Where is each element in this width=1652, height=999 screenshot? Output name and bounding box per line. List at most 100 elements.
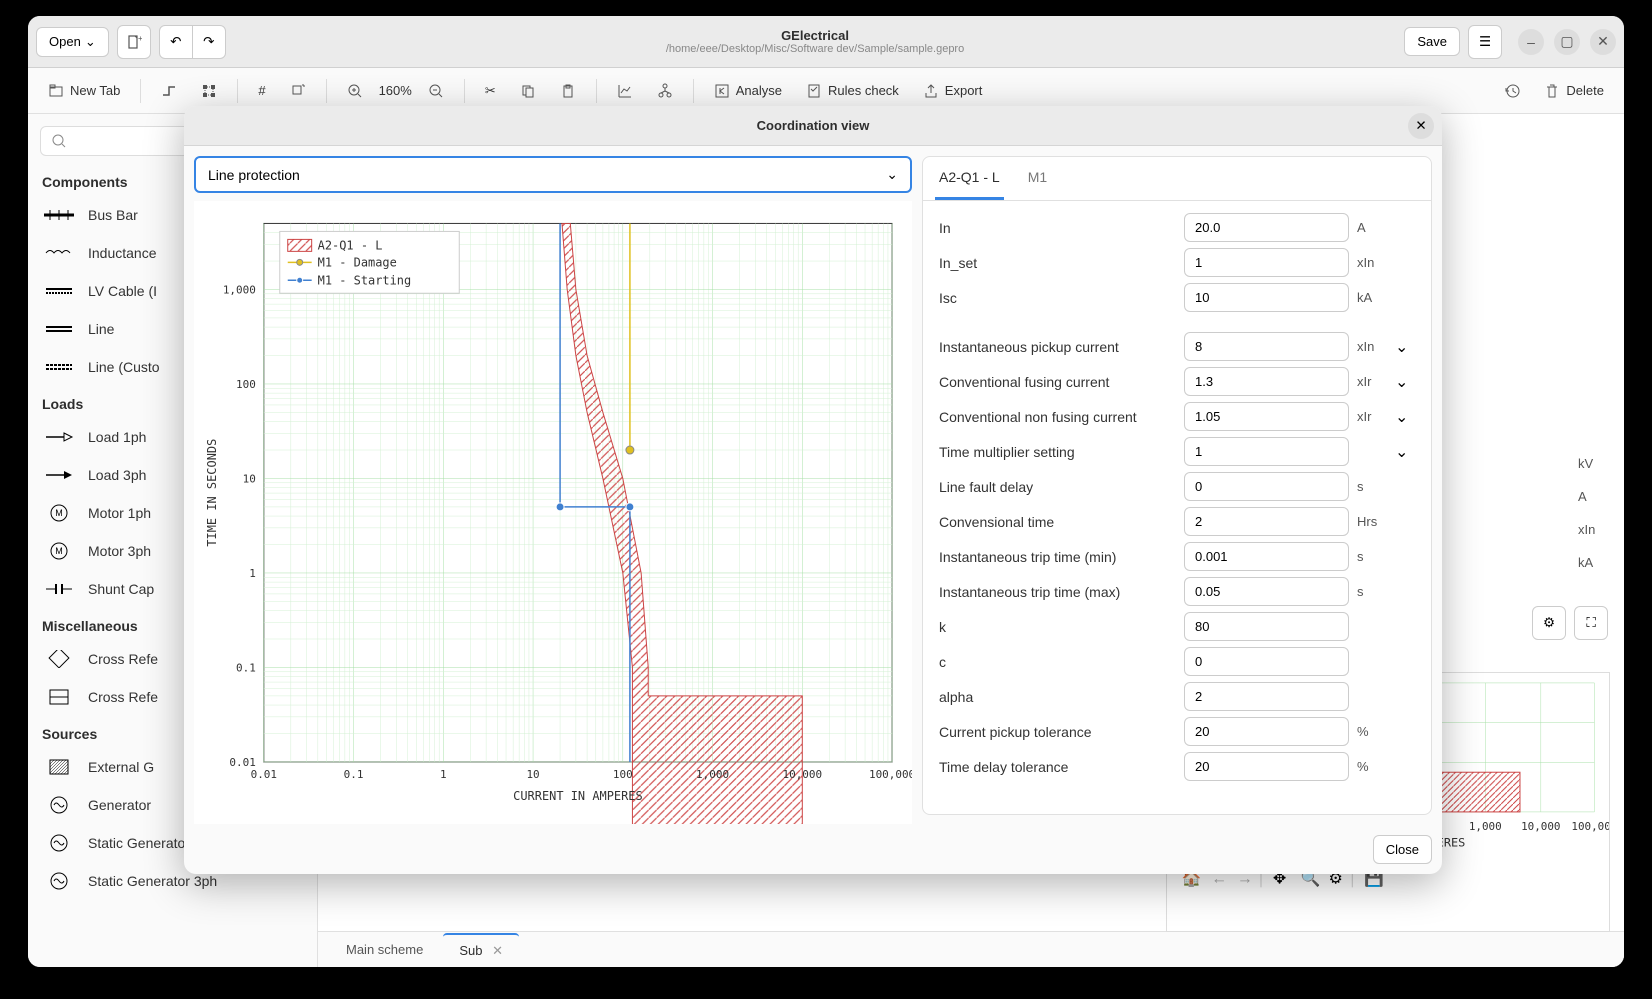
chevron-down-icon: ⌄ [85,34,96,50]
param-unit: % [1357,724,1387,739]
maximize-icon: ▢ [1560,33,1573,50]
coordination-chart[interactable]: 0.010.11101001,00010,000100,000 0.010.11… [194,201,912,824]
menu-button[interactable]: ☰ [1468,25,1502,59]
modal-right-panel: A2-Q1 - L M1 InAIn_setxInIsckAInstantane… [922,156,1432,815]
rules-check-button[interactable]: Rules check [798,79,907,103]
modal-left-panel: Line protection ⌄ [194,156,912,815]
param-dropdown-toggle[interactable]: ⌄ [1395,337,1415,357]
param-dropdown-toggle[interactable]: ⌄ [1395,372,1415,392]
legend-2: M1 - Starting [318,273,412,287]
undo-button[interactable]: ↶ [159,25,193,59]
tab-m1[interactable]: M1 [1024,157,1051,200]
redo-icon: ↷ [203,34,214,50]
maximize-button[interactable]: ▢ [1554,29,1580,55]
new-doc-button[interactable]: + [117,25,151,59]
comp-label: Motor 1ph [88,505,151,521]
export-button[interactable]: Export [915,79,991,103]
bg-expand-button[interactable]: ⛶ [1574,606,1608,640]
delete-button[interactable]: Delete [1536,79,1612,103]
svg-text:10,000: 10,000 [783,768,823,781]
param-label: Convensional time [939,514,1176,530]
param-input[interactable] [1184,213,1349,242]
generator-icon [44,796,74,814]
param-input[interactable] [1184,682,1349,711]
line-tool[interactable] [153,79,185,103]
param-input[interactable] [1184,472,1349,501]
analyse-button[interactable]: Analyse [706,79,790,103]
param-input[interactable] [1184,717,1349,746]
param-input[interactable] [1184,437,1349,466]
expand-icon: ⛶ [1586,615,1595,631]
app-title: GElectrical [234,28,1397,43]
param-dropdown-toggle[interactable]: ⌄ [1395,407,1415,427]
minimize-button[interactable]: ‒ [1518,29,1544,55]
params-list: InAIn_setxInIsckAInstantaneous pickup cu… [923,201,1431,814]
delete-label: Delete [1566,83,1604,98]
open-button[interactable]: Open ⌄ [36,27,109,57]
svg-text:M: M [55,508,63,518]
tree-tool[interactable] [649,79,681,103]
cut-button[interactable]: ✂ [477,79,504,103]
param-input[interactable] [1184,283,1349,312]
param-label: Isc [939,290,1176,306]
chart-tool[interactable] [609,79,641,103]
param-input[interactable] [1184,367,1349,396]
select-tool[interactable] [193,79,225,103]
param-input[interactable] [1184,612,1349,641]
save-button[interactable]: Save [1404,27,1460,56]
canvas-tab-main[interactable]: Main scheme [330,934,439,965]
modal-close-btn[interactable]: Close [1373,835,1432,864]
cut-icon: ✂ [485,83,496,99]
comp-label: Line (Custo [88,359,160,375]
param-label: In_set [939,255,1176,271]
svg-text:1,000: 1,000 [696,768,729,781]
param-unit: xIn [1357,339,1387,354]
param-unit: Hrs [1357,514,1387,529]
open-label: Open [49,34,81,49]
close-tab-icon[interactable]: ✕ [492,943,503,958]
hash-tool[interactable]: # [250,79,273,102]
zoom-in-button[interactable] [339,79,371,103]
svg-text:10: 10 [243,472,256,485]
paste-button[interactable] [552,79,584,103]
param-input[interactable] [1184,507,1349,536]
param-input[interactable] [1184,332,1349,361]
copy-button[interactable] [512,79,544,103]
param-input[interactable] [1184,248,1349,277]
param-row: Instantaneous pickup currentxIn⌄ [939,332,1415,361]
param-row: alpha [939,682,1415,711]
tab-a2q1[interactable]: A2-Q1 - L [935,157,1004,200]
param-row: Convensional time Hrs [939,507,1415,536]
dropdown-label: Line protection [208,167,300,183]
param-dropdown-toggle[interactable]: ⌄ [1395,442,1415,462]
chart-xlabel: CURRENT IN AMPERES [513,789,643,803]
param-unit: % [1357,759,1387,774]
param-unit: s [1357,584,1387,599]
comp-label: Generator [88,797,151,813]
comp-label: Inductance [88,245,157,261]
param-row: Time multiplier setting⌄ [939,437,1415,466]
param-input[interactable] [1184,542,1349,571]
bg-gear-button[interactable]: ⚙ [1532,606,1566,640]
history-button[interactable] [1496,79,1528,103]
redo-button[interactable]: ↷ [192,25,226,59]
canvas-tab-sub[interactable]: Sub ✕ [443,933,519,967]
param-input[interactable] [1184,402,1349,431]
modal-close-button[interactable]: ✕ [1408,113,1434,139]
param-label: Instantaneous trip time (min) [939,549,1176,565]
link-tool[interactable] [282,79,314,103]
param-input[interactable] [1184,577,1349,606]
new-tab-button[interactable]: New Tab [40,79,128,103]
zoom-out-button[interactable] [420,79,452,103]
trash-icon [1544,83,1560,99]
param-row: IsckA [939,283,1415,312]
comp-label: Cross Refe [88,689,158,705]
param-label: Line fault delay [939,479,1176,495]
load-1ph-icon [44,428,74,446]
close-window-button[interactable]: ✕ [1590,29,1616,55]
param-input[interactable] [1184,647,1349,676]
protection-dropdown[interactable]: Line protection ⌄ [194,156,912,193]
svg-text:0.1: 0.1 [236,661,256,674]
param-input[interactable] [1184,752,1349,781]
chart-icon [617,83,633,99]
